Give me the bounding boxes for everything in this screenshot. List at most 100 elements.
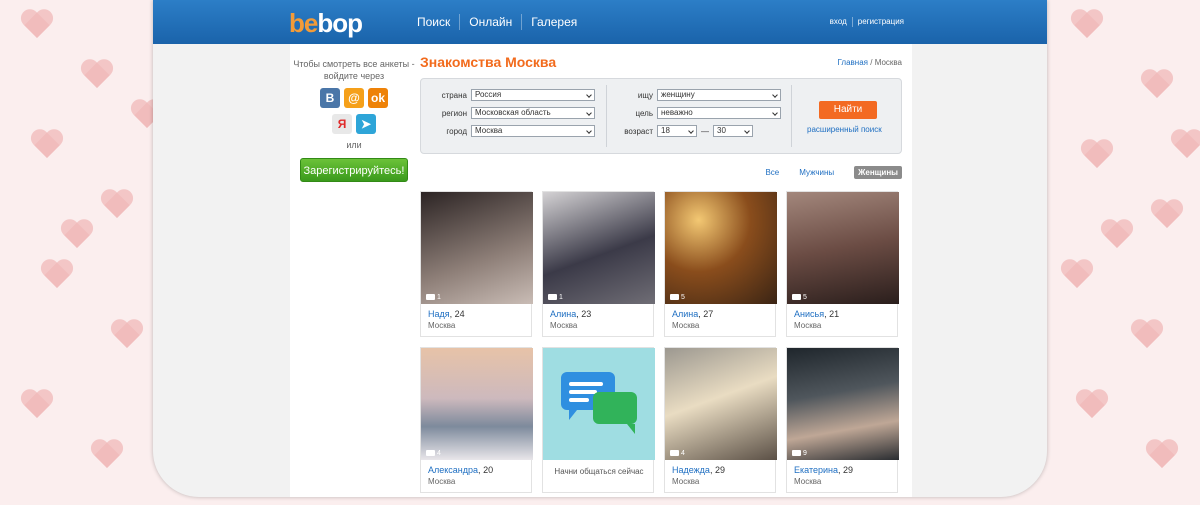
heart-decoration — [110, 320, 144, 350]
advanced-search-link[interactable]: расширенный поиск — [807, 125, 882, 134]
camera-icon — [670, 294, 679, 301]
region-select[interactable]: Московская область — [471, 107, 595, 119]
photo-count: 5 — [670, 294, 685, 301]
region-label: регион — [441, 108, 467, 118]
nav-search[interactable]: Поиск — [409, 14, 459, 30]
heart-decoration — [1170, 130, 1200, 160]
profile-photo[interactable]: 9 — [787, 348, 899, 460]
heart-decoration — [30, 130, 64, 160]
sidebar: Чтобы смотреть все анкеты - войдите чере… — [290, 44, 418, 182]
profile-age: 29 — [714, 465, 725, 475]
register-link[interactable]: регистрация — [851, 17, 909, 27]
camera-icon — [426, 294, 435, 301]
goal-select[interactable]: неважно — [657, 107, 781, 119]
photo-count: 1 — [548, 294, 563, 301]
find-button[interactable]: Найти — [819, 101, 877, 119]
nav-online[interactable]: Онлайн — [459, 14, 521, 30]
vk-icon[interactable]: В — [320, 88, 340, 108]
profile-name: Екатерина, 29 — [794, 465, 854, 475]
login-prompt: Чтобы смотреть все анкеты - войдите чере… — [293, 59, 415, 81]
odnoklassniki-icon[interactable]: ok — [368, 88, 388, 108]
social-row-1: В @ ok — [290, 88, 418, 108]
profile-link[interactable]: Алина — [550, 309, 576, 319]
profile-age: 20 — [483, 465, 494, 475]
profile-name: Александра, 20 — [428, 465, 494, 475]
age-label: возраст — [624, 126, 653, 136]
profile-photo[interactable]: 1 — [543, 192, 655, 304]
seek-row: ищу женщину — [607, 89, 781, 101]
page-content: Чтобы смотреть все анкеты - войдите чере… — [290, 44, 912, 497]
heart-decoration — [1100, 220, 1134, 250]
profile-photo[interactable]: 4 — [665, 348, 777, 460]
age-from-select[interactable]: 18 — [657, 125, 697, 137]
browser-frame: bebop Поиск Онлайн Галерея вход регистра… — [153, 0, 1047, 497]
heart-decoration — [20, 10, 54, 40]
heart-decoration — [1080, 140, 1114, 170]
social-row-2: Я ➤ — [290, 114, 418, 134]
profile-age: 29 — [843, 465, 854, 475]
divider-2 — [791, 85, 792, 147]
heart-decoration — [40, 260, 74, 290]
filter-women[interactable]: Женщины — [854, 166, 902, 179]
profile-name: Надя, 24 — [428, 309, 465, 319]
profile-name: Надежда, 29 — [672, 465, 725, 475]
yandex-icon[interactable]: Я — [332, 114, 352, 134]
profile-link[interactable]: Надежда — [672, 465, 710, 475]
profile-card[interactable]: 5 Анисья, 21 Москва — [786, 191, 899, 337]
profile-city: Москва — [794, 477, 822, 486]
heart-decoration — [1060, 260, 1094, 290]
profile-name: Анисья, 21 — [794, 309, 840, 319]
filter-men[interactable]: Мужчины — [799, 168, 834, 177]
age-to-select[interactable]: 30 — [713, 125, 753, 137]
profile-photo[interactable]: 5 — [787, 192, 899, 304]
goal-row: цель неважно — [607, 107, 781, 119]
profile-card[interactable]: 1 Алина, 23 Москва — [542, 191, 655, 337]
heart-decoration — [90, 440, 124, 470]
profiles-grid: 1 Надя, 24 Москва 1 Алина, 23 Москва 5 А… — [420, 191, 899, 493]
photo-count: 1 — [426, 294, 441, 301]
photo-count: 5 — [792, 294, 807, 301]
profile-city: Москва — [672, 477, 700, 486]
camera-icon — [426, 450, 435, 457]
profile-link[interactable]: Алина — [672, 309, 698, 319]
profile-photo[interactable]: 5 — [665, 192, 777, 304]
profile-name: Алина, 27 — [672, 309, 714, 319]
age-row: возраст 18 — 30 — [607, 125, 753, 137]
profile-link[interactable]: Надя — [428, 309, 450, 319]
country-select[interactable]: Россия — [471, 89, 595, 101]
profile-card[interactable]: 4 Александра, 20 Москва — [420, 347, 533, 493]
profile-card[interactable]: 1 Надя, 24 Москва — [420, 191, 533, 337]
profile-card[interactable]: 9 Екатерина, 29 Москва — [786, 347, 899, 493]
profile-photo[interactable]: 1 — [421, 192, 533, 304]
profile-photo[interactable]: 4 — [421, 348, 533, 460]
profile-link[interactable]: Екатерина — [794, 465, 838, 475]
profile-card[interactable]: 5 Алина, 27 Москва — [664, 191, 777, 337]
seek-select[interactable]: женщину — [657, 89, 781, 101]
profile-age: 21 — [829, 309, 840, 319]
heart-decoration — [1140, 70, 1174, 100]
profile-link[interactable]: Анисья — [794, 309, 824, 319]
heart-decoration — [80, 60, 114, 90]
login-link[interactable]: вход — [825, 17, 852, 27]
filter-all[interactable]: Все — [765, 168, 779, 177]
chat-promo-card[interactable]: Начни общаться сейчас — [542, 347, 655, 493]
profile-city: Москва — [672, 321, 700, 330]
register-button[interactable]: Зарегистрируйтесь! — [300, 158, 408, 182]
chat-promo-text: Начни общаться сейчас — [554, 467, 644, 476]
age-dash: — — [701, 126, 709, 136]
nav-gallery[interactable]: Галерея — [521, 14, 586, 30]
telegram-icon[interactable]: ➤ — [356, 114, 376, 134]
site-logo[interactable]: bebop — [289, 8, 363, 39]
heart-decoration — [1145, 440, 1179, 470]
breadcrumb-home[interactable]: Главная — [838, 58, 868, 67]
city-select[interactable]: Москва — [471, 125, 595, 137]
profile-age: 24 — [454, 309, 465, 319]
profile-city: Москва — [428, 477, 456, 486]
profile-name: Алина, 23 — [550, 309, 592, 319]
heart-decoration — [1075, 390, 1109, 420]
mailru-icon[interactable]: @ — [344, 88, 364, 108]
profile-card[interactable]: 4 Надежда, 29 Москва — [664, 347, 777, 493]
heart-decoration — [100, 190, 134, 220]
profile-link[interactable]: Александра — [428, 465, 478, 475]
main-nav: Поиск Онлайн Галерея — [409, 14, 586, 30]
